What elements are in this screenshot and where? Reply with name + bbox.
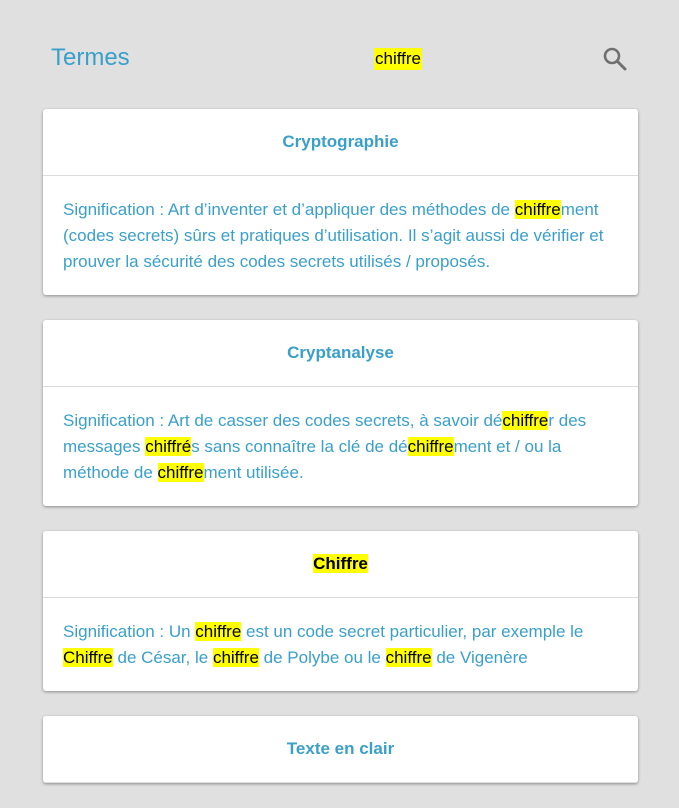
search-highlight: chiffre xyxy=(502,411,549,430)
search-icon xyxy=(603,47,627,71)
search-button[interactable] xyxy=(601,45,629,73)
app-header: Termes chiffre xyxy=(0,0,679,110)
term-card[interactable]: Cryptographie Signification : Art d’inven… xyxy=(43,109,638,295)
term-title: Chiffre xyxy=(43,531,638,598)
term-card[interactable]: Cryptanalyse Signification : Art de casse… xyxy=(43,320,638,506)
term-description: Signification : Un chiffre est un code s… xyxy=(63,622,584,667)
term-title: Cryptanalyse xyxy=(43,320,638,387)
search-highlight: chiffre xyxy=(157,463,204,482)
term-card[interactable]: Texte en clair xyxy=(43,716,638,783)
search-highlight: chiffre xyxy=(212,648,259,667)
term-list: Cryptographie Signification : Art d’inven… xyxy=(43,109,638,808)
term-description: Signification : Art de casser des codes … xyxy=(63,411,587,482)
term-description: Signification : Art d’inventer et d’appl… xyxy=(63,200,604,271)
search-highlight: chiffre xyxy=(385,648,432,667)
search-highlight: chiffre xyxy=(407,437,454,456)
term-title: Texte en clair xyxy=(43,716,638,783)
search-highlight: Chiffre xyxy=(63,648,113,667)
search-highlight: chiffre xyxy=(514,200,561,219)
term-title: Cryptographie xyxy=(43,109,638,176)
page-title: Termes xyxy=(51,44,130,71)
search-highlight: Chiffre xyxy=(313,554,368,573)
search-query[interactable]: chiffre xyxy=(374,48,422,70)
search-highlight: chiffré xyxy=(145,437,192,456)
term-card[interactable]: Chiffre Signification : Un chiffre est un… xyxy=(43,531,638,691)
search-highlight: chiffre xyxy=(195,622,242,641)
